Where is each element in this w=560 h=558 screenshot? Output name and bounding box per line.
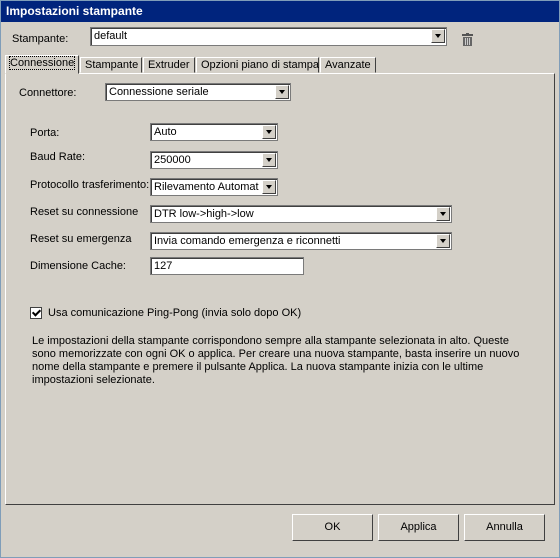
reset-emergency-value: Invia comando emergenza e riconnetti <box>154 235 341 247</box>
tab-opzioni-piano[interactable]: Opzioni piano di stampa <box>196 57 319 73</box>
reset-connect-label: Reset su connessione <box>30 206 139 218</box>
connector-label: Connettore: <box>19 87 77 99</box>
printer-settings-window: Impostazioni stampante Stampante: defaul… <box>0 0 560 558</box>
trash-icon[interactable] <box>462 33 473 46</box>
apply-button[interactable]: Applica <box>378 514 459 541</box>
chevron-down-icon[interactable] <box>275 85 289 99</box>
cancel-button[interactable]: Annulla <box>464 514 545 541</box>
tab-label: Avanzate <box>325 59 371 71</box>
chevron-down-icon[interactable] <box>262 125 276 139</box>
port-label: Porta: <box>30 127 60 139</box>
tab-label: Opzioni piano di stampa <box>201 59 320 71</box>
port-select-value: Auto <box>154 126 177 138</box>
tab-label: Connessione <box>8 56 76 70</box>
pingpong-checkbox[interactable] <box>30 307 42 319</box>
chevron-down-icon[interactable] <box>436 207 450 221</box>
baud-select[interactable]: 250000 <box>150 151 278 169</box>
tab-label: Stampante <box>85 59 139 71</box>
reset-emergency-select[interactable]: Invia comando emergenza e riconnetti <box>150 232 452 250</box>
printer-select[interactable]: default <box>90 27 447 46</box>
baud-label: Baud Rate: <box>30 151 86 163</box>
pingpong-label[interactable]: Usa comunicazione Ping-Pong (invia solo … <box>48 307 301 319</box>
printer-select-value: default <box>94 30 128 42</box>
printer-label: Stampante: <box>12 33 69 45</box>
reset-connect-value: DTR low->high->low <box>154 208 254 220</box>
connection-panel <box>5 73 555 505</box>
protocol-select[interactable]: Rilevamento Automatic <box>150 178 278 196</box>
protocol-label: Protocollo trasferimento: <box>30 179 150 191</box>
connector-select-value: Connessione seriale <box>109 86 209 98</box>
chevron-down-icon[interactable] <box>436 234 450 248</box>
port-select[interactable]: Auto <box>150 123 278 141</box>
tab-stampante[interactable]: Stampante <box>80 57 142 73</box>
cache-size-input[interactable]: 127 <box>150 257 304 275</box>
tab-extruder[interactable]: Extruder <box>143 57 195 73</box>
tab-label: Extruder <box>148 59 190 71</box>
info-text: Le impostazioni della stampante corrispo… <box>32 335 520 386</box>
reset-connect-select[interactable]: DTR low->high->low <box>150 205 452 223</box>
window-title: Impostazioni stampante <box>1 1 559 22</box>
cache-label: Dimensione Cache: <box>30 260 126 272</box>
baud-select-value: 250000 <box>154 154 191 166</box>
chevron-down-icon[interactable] <box>262 180 276 194</box>
reset-emergency-label: Reset su emergenza <box>30 233 132 245</box>
chevron-down-icon[interactable] <box>262 153 276 167</box>
protocol-select-value: Rilevamento Automatic <box>154 181 259 193</box>
tab-connessione[interactable]: Connessione <box>5 55 79 74</box>
tab-avanzate[interactable]: Avanzate <box>320 57 376 73</box>
chevron-down-icon[interactable] <box>431 29 445 43</box>
connector-select[interactable]: Connessione seriale <box>105 83 291 101</box>
ok-button[interactable]: OK <box>292 514 373 541</box>
